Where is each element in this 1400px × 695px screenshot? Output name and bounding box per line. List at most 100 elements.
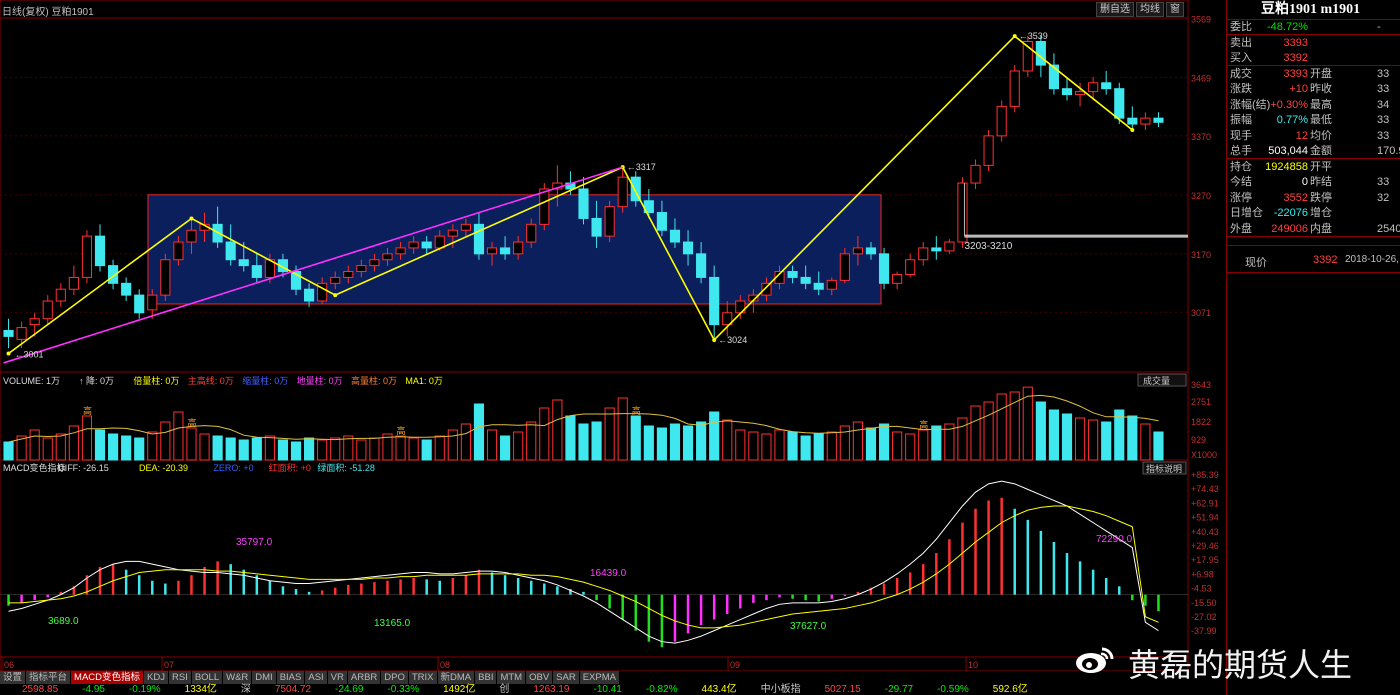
indicator-tab[interactable]: EXPMA: [579, 671, 620, 684]
volume-bar: [1061, 413, 1073, 461]
volume-bar: [878, 423, 890, 461]
quote-value: 3393: [1283, 36, 1308, 49]
candle-body: [1009, 70, 1020, 107]
candle-body: [55, 288, 66, 302]
candle-body: [996, 105, 1007, 137]
month-label: 10: [968, 660, 978, 670]
candle-body: [826, 279, 837, 290]
indicator-tab[interactable]: KDJ: [144, 671, 169, 684]
macd-area-label: 16439.0: [590, 568, 627, 579]
candle-body: [173, 241, 184, 261]
volume-header-item: 缩量柱: 0万: [242, 375, 288, 386]
quote-value: -48.72%: [1267, 21, 1308, 33]
candle-body: [787, 271, 798, 278]
volume-bar: [774, 429, 785, 461]
indicator-tab[interactable]: RSI: [168, 671, 192, 684]
volume-bar: [251, 437, 262, 461]
volume-bar: [317, 439, 328, 461]
quote-label-2: 开平: [1310, 160, 1332, 173]
candle-body: [591, 217, 602, 237]
quote-value-2: 33: [1377, 83, 1390, 95]
volume-bar: [460, 423, 471, 461]
volume-bar: [1101, 421, 1112, 461]
quote-value: 3552: [1283, 191, 1308, 204]
indicator-tab[interactable]: DPO: [381, 671, 409, 684]
volume-bar: [761, 433, 772, 461]
quote-value: +10: [1289, 83, 1308, 95]
quote-label-2: 昨收: [1310, 83, 1332, 95]
volume-bar: [68, 425, 79, 461]
volume-bar: [356, 439, 367, 461]
indicator-tab[interactable]: BBI: [475, 671, 498, 684]
quote-value-2: 33: [1377, 67, 1390, 80]
candle-body: [486, 247, 498, 255]
quote-value-2: 32: [1377, 191, 1390, 204]
quote-label: 外盘: [1230, 222, 1252, 235]
indicator-tab[interactable]: MTM: [497, 671, 527, 684]
candle-body: [696, 253, 707, 278]
quote-value-2: 33: [1377, 114, 1390, 126]
quote-label: 总手: [1230, 145, 1252, 157]
indicator-tab[interactable]: 设置: [0, 671, 27, 684]
quote-title: 豆粕1901 m1901: [1227, 0, 1400, 20]
indicator-tab[interactable]: OBV: [526, 671, 554, 684]
month-label: 07: [164, 660, 174, 670]
indicator-tab[interactable]: SAR: [553, 671, 580, 684]
volume-axis-label: 3643: [1191, 380, 1211, 390]
indicator-tab[interactable]: MACD变色指标: [71, 671, 145, 684]
macd-axis-label: +29.46: [1191, 541, 1219, 551]
quote-row: 日增仓 -22076 增仓: [1227, 206, 1400, 221]
now-label: 现价: [1245, 257, 1267, 269]
macd-header-item: ZERO: +0: [213, 463, 253, 473]
quote-row: 涨跌 +10 昨收 33: [1227, 82, 1400, 97]
candle-body: [94, 235, 106, 267]
candle-body: [1074, 91, 1086, 96]
candle-body: [944, 241, 955, 252]
candle-body: [878, 253, 890, 284]
candle-body: [656, 212, 667, 231]
indicator-tab[interactable]: VR: [327, 671, 348, 684]
candle-body: [3, 330, 14, 337]
indicator-tab[interactable]: TRIX: [408, 671, 438, 684]
quote-label: 委比: [1230, 21, 1252, 33]
indicator-tab[interactable]: BOLL: [191, 671, 224, 684]
indicator-tab[interactable]: 指标平台: [26, 671, 72, 684]
trading-window: 日线(复权) 豆粕1901 删自选 均线 窗 3569 3469 3370 3270 3…: [0, 0, 1400, 695]
ticker-value: 1263.19: [533, 684, 570, 695]
volume-high-mark: 高: [187, 417, 196, 428]
indicator-tab[interactable]: ASI: [305, 671, 328, 684]
volume-bar: [539, 407, 550, 461]
candle-body: [578, 188, 589, 219]
quote-label-2: 最高: [1310, 98, 1332, 111]
quote-row: 成交 3393 开盘 33: [1227, 67, 1400, 82]
macd-header-item: 绿面积: -51.28: [317, 462, 375, 473]
ticker-value: 443.4亿: [701, 684, 737, 695]
volume-bar: [486, 429, 498, 461]
candle-body: [813, 282, 824, 290]
indicator-tab[interactable]: BIAS: [276, 671, 306, 684]
quote-value-2: -: [1377, 21, 1381, 33]
volume-bar: [892, 431, 903, 461]
volume-bar: [852, 421, 863, 461]
volume-bar: [81, 415, 93, 461]
volume-bar: [552, 399, 563, 461]
volume-axis-label: 2751: [1191, 397, 1211, 407]
candle-body: [682, 241, 694, 255]
month-label: 06: [4, 660, 14, 670]
quote-label-2: 最低: [1310, 114, 1332, 126]
indicator-tab[interactable]: DMI: [252, 671, 277, 684]
volume-bar: [722, 419, 733, 461]
volume-bar: [134, 437, 145, 461]
indicator-tab[interactable]: 新DMA: [437, 671, 476, 684]
main-chart-area[interactable]: 3569 3469 3370 3270 3170 3071 ←3001 ←3317 ←3024 ←…: [0, 0, 1226, 671]
macd-header-item: MACD变色指标: [3, 462, 66, 473]
quote-value-2: 34: [1377, 98, 1390, 111]
indicator-tab[interactable]: ARBR: [347, 671, 382, 684]
zigzag-point: [6, 351, 11, 356]
volume-bar: [434, 435, 445, 461]
ticker-value: 中小板指: [760, 684, 801, 695]
indicator-tab[interactable]: W&R: [223, 671, 253, 684]
volume-bar: [94, 429, 106, 461]
quote-row: 涨停 3552 跌停 32: [1227, 191, 1400, 206]
volume-bar: [55, 433, 66, 461]
